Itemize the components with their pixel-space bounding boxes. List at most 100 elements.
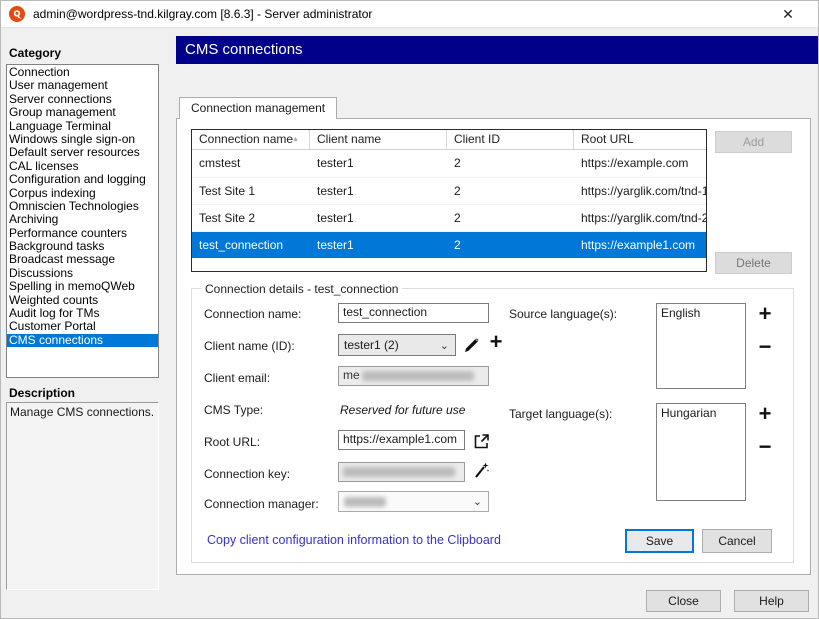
add-client-button plus-icon[interactable]: +: [485, 332, 507, 352]
save-button[interactable]: Save: [625, 529, 694, 553]
sidebar-item-performance-counters[interactable]: Performance counters: [7, 227, 158, 240]
source-languages-label: Source language(s):: [509, 307, 617, 321]
table-header-row: Connection name ▲ Client name Client ID …: [192, 130, 706, 150]
sidebar-item-omniscien-technologies[interactable]: Omniscien Technologies: [7, 200, 158, 213]
server-administrator-window: admin@wordpress-tnd.kilgray.com [8.6.3] …: [0, 0, 819, 619]
cancel-button[interactable]: Cancel: [702, 529, 772, 553]
sidebar-item-connection[interactable]: Connection: [7, 66, 158, 79]
sidebar-item-discussions[interactable]: Discussions: [7, 267, 158, 280]
sidebar-item-language-terminal[interactable]: Language Terminal: [7, 120, 158, 133]
sidebar-item-background-tasks[interactable]: Background tasks: [7, 240, 158, 253]
client-name-select[interactable]: tester1 (2) ⌄: [338, 334, 456, 356]
sidebar-item-group-management[interactable]: Group management: [7, 106, 158, 119]
client-email-input: me: [338, 366, 489, 386]
sidebar-item-user-management[interactable]: User management: [7, 79, 158, 92]
pencil-icon: [463, 336, 481, 354]
cell-client-name: tester1: [310, 232, 447, 258]
cell-client-id: 2: [447, 205, 574, 231]
remove-target-language-button minus-icon[interactable]: −: [754, 437, 776, 457]
tab-connection-management[interactable]: Connection management: [179, 97, 337, 119]
cell-root-url: https://yarglik.com/tnd-1: [574, 178, 706, 204]
column-header-client-name[interactable]: Client name: [310, 130, 447, 149]
connection-key-label: Connection key:: [204, 467, 290, 481]
source-languages-list: English: [656, 303, 746, 389]
connection-manager-label: Connection manager:: [204, 497, 319, 511]
cms-type-label: CMS Type:: [204, 403, 263, 417]
close-button[interactable]: Close: [646, 590, 721, 612]
target-languages-label: Target language(s):: [509, 407, 612, 421]
target-languages-list: Hungarian: [656, 403, 746, 501]
table-row[interactable]: Test Site 1 tester1 2 https://yarglik.co…: [192, 177, 706, 204]
column-header-connection-name[interactable]: Connection name ▲: [192, 130, 310, 149]
table-row[interactable]: Test Site 2 tester1 2 https://yarglik.co…: [192, 204, 706, 231]
redacted-key-text: [343, 467, 455, 477]
connection-manager-select[interactable]: ⌄: [338, 491, 489, 512]
add-button[interactable]: Add: [715, 131, 792, 153]
cell-root-url: https://example1.com: [574, 232, 706, 258]
connection-name-input[interactable]: test_connection: [338, 303, 489, 323]
memoq-logo-icon: [9, 6, 25, 22]
column-header-root-url[interactable]: Root URL: [574, 130, 706, 149]
cell-client-id: 2: [447, 178, 574, 204]
category-heading: Category: [9, 46, 61, 60]
cms-type-value: Reserved for future use: [340, 403, 465, 417]
title-bar: admin@wordpress-tnd.kilgray.com [8.6.3] …: [1, 1, 819, 28]
sidebar-item-weighted-counts[interactable]: Weighted counts: [7, 294, 158, 307]
help-button[interactable]: Help: [734, 590, 809, 612]
cell-connection-name: cmstest: [192, 150, 310, 177]
description-text: Manage CMS connections.: [10, 405, 154, 419]
description-heading: Description: [9, 386, 75, 400]
sidebar-item-audit-log-for-tms[interactable]: Audit log for TMs: [7, 307, 158, 320]
redacted-manager-text: [344, 497, 386, 507]
sidebar-item-corpus-indexing[interactable]: Corpus indexing: [7, 187, 158, 200]
sort-ascending-icon: ▲: [292, 136, 299, 143]
cell-client-name: tester1: [310, 150, 447, 177]
delete-button[interactable]: Delete: [715, 252, 792, 274]
cell-root-url: https://yarglik.com/tnd-2: [574, 205, 706, 231]
connection-name-label: Connection name:: [204, 307, 301, 321]
source-language-item[interactable]: English: [657, 304, 745, 322]
connection-key-input: [338, 462, 465, 482]
sidebar-item-customer-portal[interactable]: Customer Portal: [7, 320, 158, 333]
sidebar-item-configuration-and-logging[interactable]: Configuration and logging: [7, 173, 158, 186]
add-source-language-button plus-icon[interactable]: +: [754, 304, 776, 324]
client-email-visible-text: me: [343, 368, 360, 382]
sidebar-item-cal-licenses[interactable]: CAL licenses: [7, 160, 158, 173]
window-close-button[interactable]: ✕: [774, 4, 802, 24]
edit-client-button[interactable]: [462, 335, 482, 355]
open-url-button[interactable]: [471, 431, 491, 451]
cell-client-id: 2: [447, 232, 574, 258]
chevron-down-icon: ⌄: [440, 339, 455, 352]
cell-connection-name: test_connection: [192, 232, 310, 258]
cell-root-url: https://example.com: [574, 150, 706, 177]
generate-key-button[interactable]: [471, 460, 491, 480]
column-header-client-id[interactable]: Client ID: [447, 130, 574, 149]
copy-client-configuration-link[interactable]: Copy client configuration information to…: [207, 533, 501, 547]
category-list: Connection User management Server connec…: [6, 64, 159, 378]
sidebar-item-server-connections[interactable]: Server connections: [7, 93, 158, 106]
sidebar-item-archiving[interactable]: Archiving: [7, 213, 158, 226]
connection-details-group-title: Connection details - test_connection: [201, 282, 402, 296]
client-email-label: Client email:: [204, 371, 270, 385]
remove-source-language-button minus-icon[interactable]: −: [754, 337, 776, 357]
sidebar-item-default-server-resources[interactable]: Default server resources: [7, 146, 158, 159]
sidebar-item-windows-single-sign-on[interactable]: Windows single sign-on: [7, 133, 158, 146]
description-box: Manage CMS connections.: [6, 402, 159, 590]
table-row-selected[interactable]: test_connection tester1 2 https://exampl…: [192, 231, 706, 258]
add-target-language-button plus-icon[interactable]: +: [754, 404, 776, 424]
cell-connection-name: Test Site 1: [192, 178, 310, 204]
client-name-label: Client name (ID):: [204, 339, 295, 353]
page-title: CMS connections: [176, 36, 819, 64]
sidebar-item-spelling-in-memoqweb[interactable]: Spelling in memoQWeb: [7, 280, 158, 293]
cell-connection-name: Test Site 2: [192, 205, 310, 231]
chevron-down-icon: ⌄: [473, 495, 488, 508]
target-language-item[interactable]: Hungarian: [657, 404, 745, 422]
root-url-input[interactable]: https://example1.com: [338, 430, 465, 450]
cell-client-name: tester1: [310, 178, 447, 204]
root-url-label: Root URL:: [204, 435, 260, 449]
sidebar-item-cms-connections[interactable]: CMS connections: [7, 334, 158, 347]
sidebar-item-broadcast-message[interactable]: Broadcast message: [7, 253, 158, 266]
redacted-email-text: [362, 371, 474, 381]
connections-table: Connection name ▲ Client name Client ID …: [191, 129, 707, 272]
table-row[interactable]: cmstest tester1 2 https://example.com: [192, 150, 706, 177]
